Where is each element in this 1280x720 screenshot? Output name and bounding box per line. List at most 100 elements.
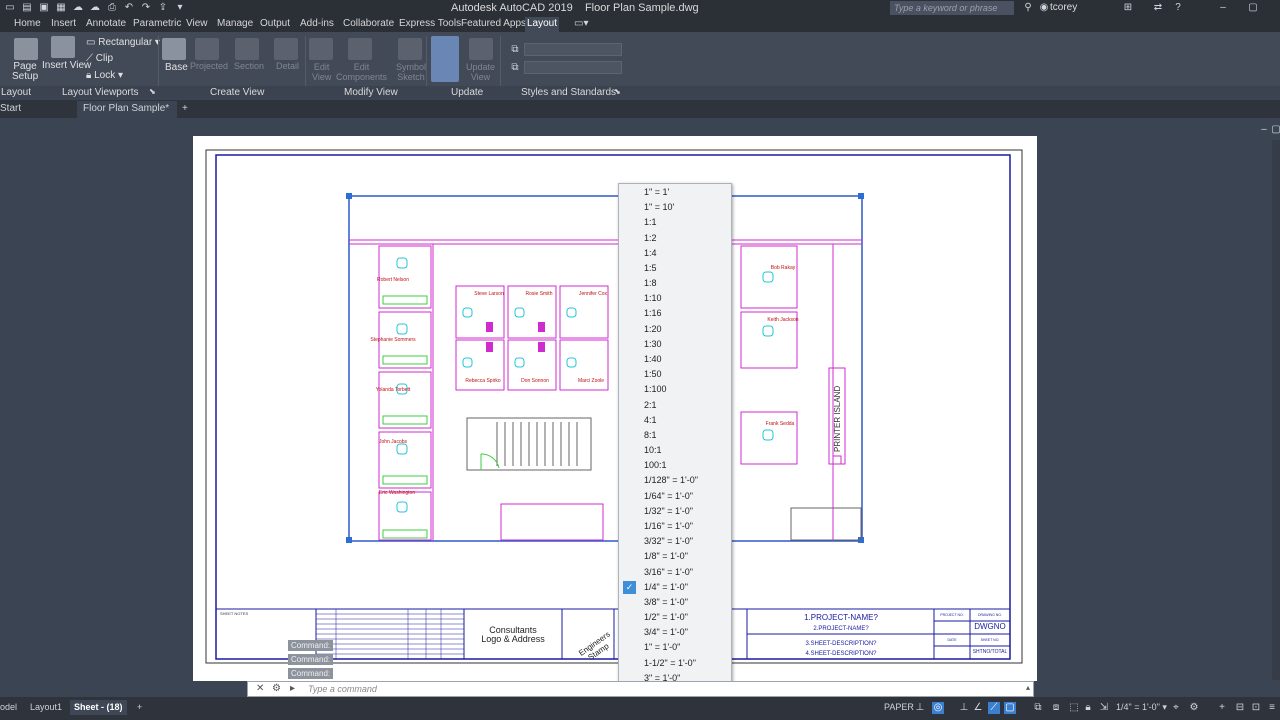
cloud-open-icon[interactable]: ☁ <box>71 2 85 14</box>
scale-option[interactable]: 1" = 1' <box>619 185 731 200</box>
polar-icon[interactable]: ∠ <box>972 702 984 714</box>
update-view-button[interactable]: Update View <box>466 62 495 82</box>
detail-view-button[interactable]: Detail <box>276 61 299 71</box>
scale-option[interactable]: 1:5 <box>619 261 731 276</box>
snap-icon[interactable]: ◎ <box>932 702 944 714</box>
viewport-scale-status[interactable]: 1/4" = 1'-0" ▾ <box>1112 700 1171 715</box>
scale-option[interactable]: 1/8" = 1'-0" <box>619 549 731 564</box>
scale-option[interactable]: 3/4" = 1'-0" <box>619 625 731 640</box>
projected-view-button[interactable]: Projected <box>190 61 228 71</box>
selection-cycling-icon[interactable]: ⬚ <box>1068 702 1080 714</box>
tab-start[interactable]: Start <box>0 101 27 118</box>
page-setup-icon[interactable] <box>14 38 38 60</box>
scale-option[interactable]: 1-1/2" = 1'-0" <box>619 656 731 671</box>
ribbon-tab-output[interactable]: Output <box>258 17 292 32</box>
vertical-scrollbar[interactable] <box>1272 140 1280 680</box>
restore-drawing-icon[interactable]: ▢ <box>1269 124 1280 136</box>
lock-ui-icon[interactable]: 🔒︎ <box>1082 702 1094 714</box>
dialog-launcher-icon[interactable]: ⬊ <box>149 87 156 96</box>
tab-layout1[interactable]: Layout1 <box>26 700 66 715</box>
cloud-save-icon[interactable]: ☁ <box>88 2 102 14</box>
insert-view-icon[interactable] <box>51 36 75 58</box>
customize-icon[interactable]: ⚙ <box>272 683 281 694</box>
scale-option[interactable]: 1/16" = 1'-0" <box>619 519 731 534</box>
plot-icon[interactable]: ⎙ <box>105 2 119 14</box>
scale-option[interactable]: 10:1 <box>619 443 731 458</box>
save-icon[interactable]: ▣ <box>37 2 51 14</box>
tab-sheet[interactable]: Sheet - (18) <box>70 700 127 715</box>
scale-option[interactable]: 1" = 10' <box>619 200 731 215</box>
ribbon-tab-featured-apps[interactable]: Featured Apps <box>459 17 528 32</box>
scale-option[interactable]: 4:1 <box>619 413 731 428</box>
scale-option[interactable]: 1:30 <box>619 337 731 352</box>
undo-icon[interactable]: ↶ <box>122 2 136 14</box>
cart-icon[interactable]: ⊞ <box>1121 2 1135 14</box>
rectangular-button[interactable]: ▭ Rectangular ▾ <box>86 37 160 48</box>
exchange-icon[interactable]: ⇄ <box>1151 2 1165 14</box>
command-input[interactable]: Type a command <box>308 684 377 694</box>
dialog-launcher-icon[interactable]: ⬊ <box>614 87 621 96</box>
share-icon[interactable]: ⇪ <box>156 2 170 14</box>
scale-option[interactable]: 2:1 <box>619 398 731 413</box>
symbol-sketch-button[interactable]: Symbol Sketch <box>396 62 426 82</box>
osnap-tracking-icon[interactable]: ▢ <box>1004 702 1016 714</box>
scale-option[interactable]: 1:1 <box>619 215 731 230</box>
scale-option[interactable]: 1" = 1'-0" <box>619 640 731 655</box>
scale-option[interactable]: 1:16 <box>619 306 731 321</box>
page-setup-button[interactable]: Page Setup <box>12 62 38 82</box>
object-snap-icon[interactable]: ⟋ <box>988 702 1000 714</box>
ribbon-tab-insert[interactable]: Insert <box>49 17 78 32</box>
help-search-input[interactable]: Type a keyword or phrase <box>890 1 1014 15</box>
maximize-viewport-icon[interactable]: ⌖ <box>1170 702 1182 714</box>
prompt-arrow-icon[interactable]: ▸ <box>290 683 295 694</box>
scale-option[interactable]: 1/128" = 1'-0" <box>619 473 731 488</box>
grid-icon[interactable]: ⊥ <box>914 702 926 714</box>
scale-option[interactable]: 1/2" = 1'-0" <box>619 610 731 625</box>
scale-option[interactable]: 1:40 <box>619 352 731 367</box>
scale-option[interactable]: 8:1 <box>619 428 731 443</box>
ribbon-tab-express-tools[interactable]: Express Tools <box>397 17 463 32</box>
scale-option[interactable]: 1/32" = 1'-0" <box>619 504 731 519</box>
paper-space-toggle[interactable]: PAPER <box>880 700 918 715</box>
command-line[interactable]: ✕ ⚙ ▸ Type a command ▴ <box>247 681 1034 697</box>
user-icon[interactable]: ◉ <box>1037 2 1051 14</box>
minimize-button[interactable]: – <box>1208 0 1238 16</box>
insert-view-button[interactable]: Insert View <box>42 60 91 71</box>
ribbon-tab-parametric[interactable]: Parametric <box>131 17 183 32</box>
section-style-dropdown[interactable] <box>524 61 622 74</box>
scale-option[interactable]: 1:8 <box>619 276 731 291</box>
ribbon-tab-add-ins[interactable]: Add-ins <box>298 17 336 32</box>
tab-model[interactable]: odel <box>0 700 21 715</box>
scale-option[interactable]: ✓ 1/4" = 1'-0" <box>619 580 731 595</box>
view-style-dropdown[interactable] <box>524 43 622 56</box>
new-file-icon[interactable]: ▭ <box>3 2 17 14</box>
scale-option[interactable]: 3/16" = 1'-0" <box>619 565 731 580</box>
scale-option[interactable]: 1/64" = 1'-0" <box>619 489 731 504</box>
new-tab-button[interactable]: + <box>176 101 194 118</box>
edit-view-button[interactable]: Edit View <box>312 62 331 82</box>
annotation-monitor-icon[interactable]: + <box>1216 702 1228 714</box>
new-layout-button[interactable]: + <box>133 700 146 715</box>
units-icon[interactable]: ⊟ <box>1234 702 1246 714</box>
annotation-scale-icon[interactable]: ⇲ <box>1098 702 1110 714</box>
scale-option[interactable]: 1:2 <box>619 231 731 246</box>
lock-button[interactable]: 🔒︎ Lock ▾ <box>86 70 123 81</box>
scale-option[interactable]: 3/32" = 1'-0" <box>619 534 731 549</box>
ribbon-tab-annotate[interactable]: Annotate <box>84 17 128 32</box>
scale-option[interactable]: 3/8" = 1'-0" <box>619 595 731 610</box>
transparency-icon[interactable]: ⧈ <box>1050 702 1062 714</box>
scale-option[interactable]: 100:1 <box>619 458 731 473</box>
scale-option[interactable]: 1:10 <box>619 291 731 306</box>
redo-icon[interactable]: ↷ <box>139 2 153 14</box>
scale-option[interactable]: 1:100 <box>619 382 731 397</box>
scale-option[interactable]: 1:4 <box>619 246 731 261</box>
base-view-button[interactable]: Base <box>165 62 188 73</box>
user-name[interactable]: tcorey <box>1050 2 1077 13</box>
ribbon-tab-layout[interactable]: Layout <box>525 17 560 32</box>
open-icon[interactable]: ▤ <box>20 2 34 14</box>
quick-access-menu-icon[interactable]: ▾ <box>173 2 187 14</box>
save-as-icon[interactable]: ▦ <box>54 2 68 14</box>
update-icon[interactable] <box>431 36 459 82</box>
ribbon-tab-collaborate[interactable]: Collaborate <box>341 17 396 32</box>
viewport-scale-list[interactable]: 1" = 1' 1" = 10' 1:1 1:2 1:4 1:5 1:8 1:10 1:16 1:… <box>618 183 732 718</box>
